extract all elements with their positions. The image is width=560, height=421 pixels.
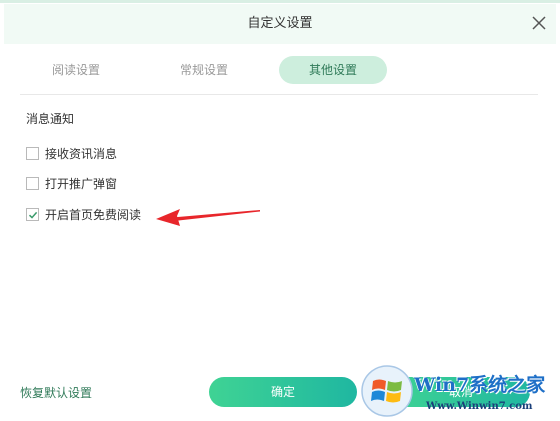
close-icon <box>532 16 546 30</box>
checkbox-open-promo-popup[interactable]: 打开推广弹窗 <box>26 176 136 194</box>
checkmark-icon <box>28 211 38 219</box>
checkbox-label: 开启首页免费阅读 <box>45 208 142 222</box>
checkbox-box[interactable] <box>26 147 39 160</box>
settings-tabs: 阅读设置 常规设置 其他设置 <box>20 56 538 86</box>
section-title-notifications: 消息通知 <box>26 112 75 126</box>
tab-general-settings[interactable]: 常规设置 <box>164 56 244 84</box>
custom-settings-dialog: 自定义设置 阅读设置 常规设置 其他设置 消息通知 接收资讯消息 打开推广弹窗 … <box>0 0 560 421</box>
checkbox-label: 打开推广弹窗 <box>45 177 118 191</box>
checkbox-receive-news[interactable]: 接收资讯消息 <box>26 146 136 164</box>
checkbox-label: 接收资讯消息 <box>45 147 118 161</box>
red-arrow-annotation-icon <box>156 209 260 226</box>
dialog-titlebar: 自定义设置 <box>4 4 556 44</box>
checkbox-box[interactable] <box>26 177 39 190</box>
dialog-top-border <box>0 0 560 3</box>
ok-button[interactable]: 确定 <box>209 377 357 407</box>
checkbox-box[interactable] <box>26 208 39 221</box>
tab-reading-settings[interactable]: 阅读设置 <box>36 56 116 84</box>
restore-defaults-link[interactable]: 恢复默认设置 <box>20 384 92 401</box>
checkbox-homepage-free-reading[interactable]: 开启首页免费阅读 <box>26 207 156 225</box>
cancel-button[interactable]: 取消 <box>392 377 530 407</box>
tab-other-settings[interactable]: 其他设置 <box>279 56 387 84</box>
dialog-title: 自定义设置 <box>247 16 313 31</box>
tabs-divider <box>20 94 538 95</box>
close-button[interactable] <box>528 12 550 34</box>
